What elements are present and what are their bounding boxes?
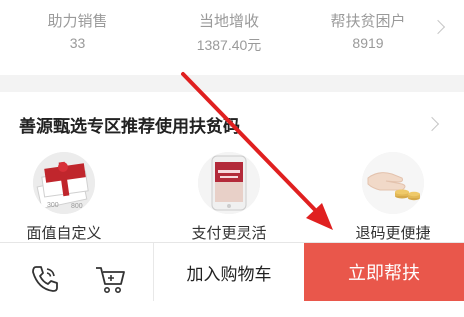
svg-text:300: 300 — [47, 202, 59, 209]
stat-label: 帮扶贫困户 — [330, 13, 406, 30]
phone-icon[interactable] — [26, 261, 62, 297]
help-now-button[interactable]: 立即帮扶 — [304, 243, 464, 301]
stat-label: 助力销售 — [47, 13, 108, 30]
poverty-code-section: 善源甄选专区推荐使用扶贫码 300 800 面值自定义 支付更灵活 退码更便捷 — [0, 92, 464, 242]
stat-income: 当地增收 1387.40元 — [155, 0, 303, 75]
feature-label: 面值自定义 — [26, 225, 102, 242]
stats-bar[interactable]: 助力销售 33 当地增收 1387.40元 帮扶贫困户 8919 — [0, 0, 464, 75]
feature-label: 退码更便捷 — [355, 225, 431, 242]
section-divider — [0, 75, 464, 92]
stat-value: 33 — [69, 35, 86, 51]
cart-icon[interactable] — [92, 261, 128, 297]
stat-sales: 助力销售 33 — [0, 0, 155, 75]
add-to-cart-button[interactable]: 加入购物车 — [154, 243, 304, 301]
hand-coins-icon — [362, 152, 424, 214]
stat-value: 8919 — [352, 35, 384, 51]
phone-shopping-icon — [198, 152, 260, 214]
feature-easy-refund[interactable]: 退码更便捷 — [333, 152, 453, 243]
stat-households: 帮扶贫困户 8919 — [303, 0, 433, 75]
section-title: 善源甄选专区推荐使用扶贫码 — [19, 117, 240, 136]
feature-custom-value[interactable]: 300 800 面值自定义 — [4, 152, 124, 243]
gift-card-icon: 300 800 — [33, 152, 95, 214]
feature-flexible-payment[interactable]: 支付更灵活 — [169, 152, 289, 243]
chevron-right-icon[interactable] — [424, 116, 440, 132]
stat-value: 1387.40元 — [196, 37, 262, 53]
feature-label: 支付更灵活 — [191, 225, 267, 242]
stat-label: 当地增收 — [198, 13, 259, 30]
svg-text:800: 800 — [71, 203, 83, 210]
chevron-right-icon[interactable] — [430, 19, 446, 35]
bottom-action-bar: 加入购物车 立即帮扶 — [0, 242, 464, 317]
